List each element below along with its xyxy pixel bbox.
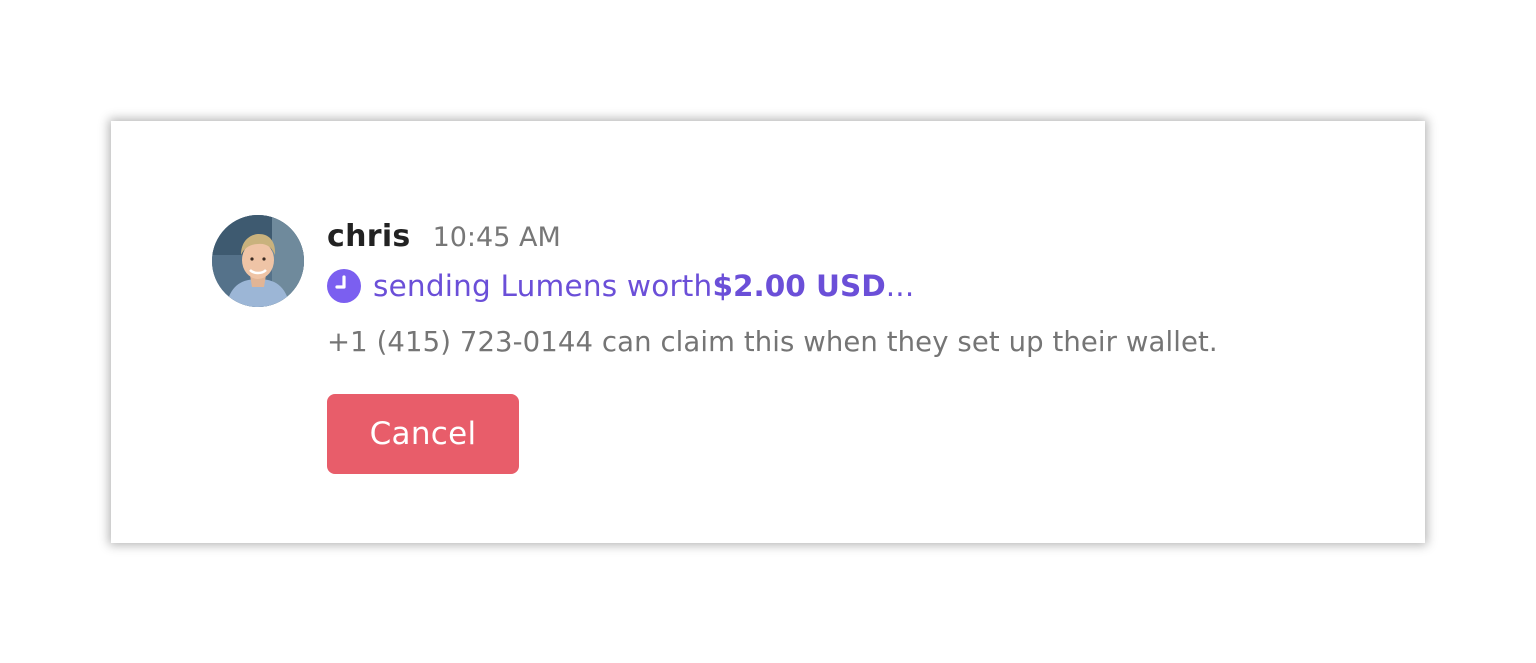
claim-note: +1 (415) 723-0144 can claim this when th… [327, 326, 1218, 358]
clock-icon [327, 269, 361, 303]
avatar-photo [212, 215, 304, 307]
status-text-prefix: sending Lumens worth [373, 269, 713, 303]
payment-message-card: chris 10:45 AM sending Lumens worth $2.0… [111, 121, 1425, 543]
status-ellipsis: ... [885, 269, 915, 303]
avatar[interactable] [212, 215, 304, 307]
message-body: chris 10:45 AM sending Lumens worth $2.0… [327, 219, 1407, 358]
status-amount: $2.00 USD [712, 269, 886, 303]
timestamp: 10:45 AM [432, 222, 561, 253]
payment-status: sending Lumens worth $2.00 USD... [327, 266, 1407, 306]
message-header: chris 10:45 AM [327, 219, 1407, 259]
username[interactable]: chris [327, 219, 411, 254]
cancel-button[interactable]: Cancel [327, 394, 519, 474]
